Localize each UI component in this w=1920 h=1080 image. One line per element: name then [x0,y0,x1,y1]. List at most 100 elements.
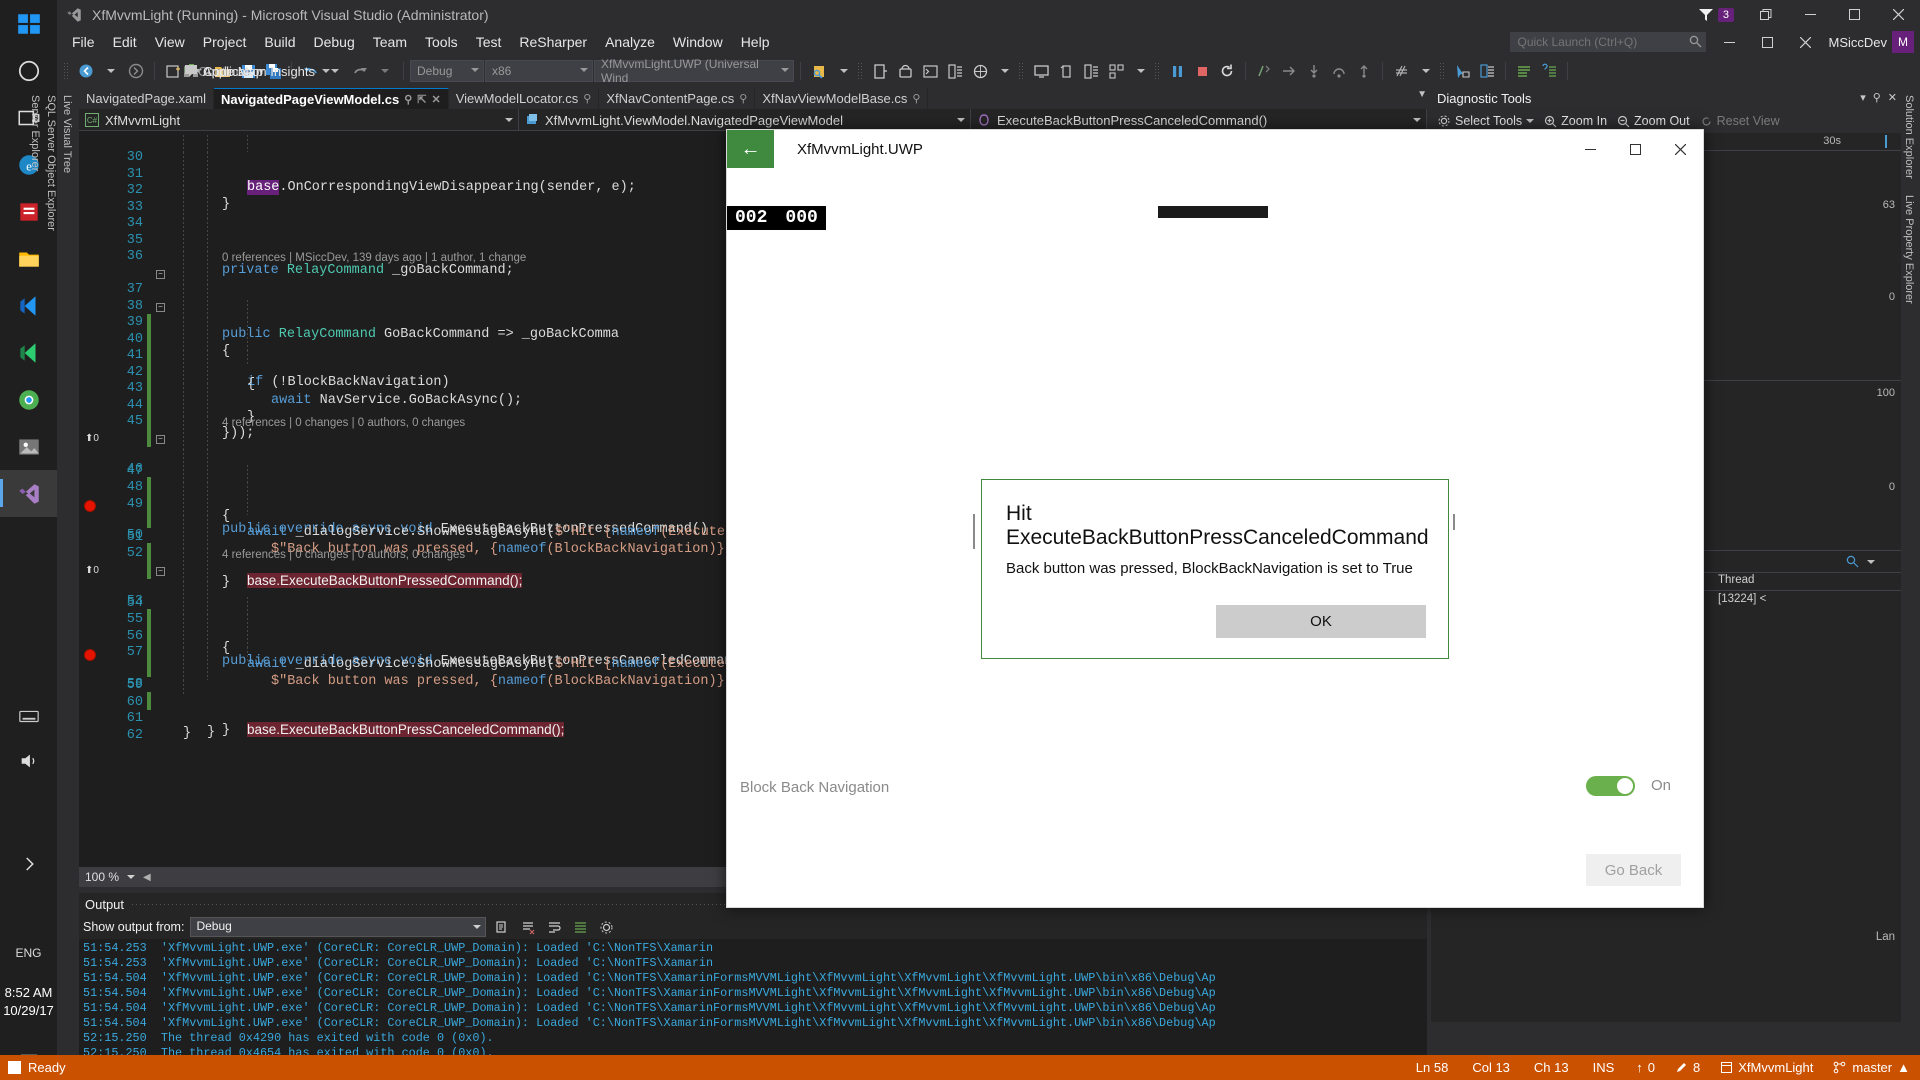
close-icon[interactable]: ✕ [1888,91,1897,104]
menu-item-team[interactable]: Team [364,31,416,53]
status-branch[interactable]: master ▲ [1823,1060,1920,1075]
intellitrace-dropdown[interactable] [1414,59,1438,83]
navbar-type-combo[interactable]: XfMvvmLight.ViewModel.NavigatedPageViewM… [519,109,971,131]
fold-toggle-icon[interactable]: − [156,303,165,312]
toolbar-grip[interactable] [1018,62,1025,80]
fold-toggle-icon[interactable]: − [156,435,165,444]
attach-dropdown[interactable] [832,59,856,83]
menu-item-project[interactable]: Project [194,31,256,53]
menubar-minimize-button[interactable] [1714,32,1744,52]
step-out-button[interactable] [1352,59,1376,83]
application-insights-button[interactable]: Application Insights [177,59,336,83]
step-over-button[interactable] [1327,59,1351,83]
menu-item-file[interactable]: File [63,31,104,53]
account-menu[interactable]: MSiccDev M [1828,31,1914,53]
scroll-left-icon[interactable]: ◀ [143,872,151,883]
console-button[interactable] [918,59,942,83]
restart-button[interactable] [1215,59,1239,83]
dialog-ok-button[interactable]: OK [1216,605,1426,638]
status-outgoing-commits[interactable]: ↑ 0 [1626,1060,1665,1075]
show-next-statement-button[interactable] [1252,59,1276,83]
pin-icon[interactable]: ⚲ [1873,91,1881,104]
bookmark-arrow-icon[interactable]: ⬆0 [85,565,99,576]
window-close-button[interactable] [1876,0,1920,29]
pin-icon[interactable]: ⚲ [404,93,412,106]
live-property-explorer-tab[interactable]: Live Property Explorer [1901,187,1917,312]
toggle-messages-button[interactable] [570,917,590,937]
breakpoint-icon[interactable] [84,648,96,661]
menu-item-analyze[interactable]: Analyze [596,31,664,53]
desktop-preview-button[interactable] [1029,59,1053,83]
select-tools-button[interactable]: Select Tools [1437,114,1535,128]
uwp-maximize-button[interactable] [1613,130,1658,168]
comment-lines-button[interactable] [1512,59,1536,83]
taskbar-start-button[interactable] [0,0,57,47]
tab-viewmodellocator-cs[interactable]: ViewModelLocator.cs ⚲ [448,88,600,109]
breakpoint-icon[interactable] [84,500,96,512]
window-minimize-button[interactable] [1788,0,1832,29]
device-list-button[interactable] [943,59,967,83]
device-options-button[interactable] [1079,59,1103,83]
toolbar-grip[interactable] [857,62,864,80]
live-visual-tree-tab[interactable]: Live Visual Tree [59,87,75,1022]
toolbar-grip[interactable] [1439,62,1446,80]
attach-to-process-button[interactable] [807,59,831,83]
uncomment-lines-button[interactable] [1537,59,1561,83]
menu-item-debug[interactable]: Debug [305,31,364,53]
toolbar-grip[interactable] [1154,62,1161,80]
copy-structure-button[interactable] [1475,59,1499,83]
emulator-button[interactable] [868,59,892,83]
tab-navigatedpageviewmodel-cs[interactable]: NavigatedPageViewModel.cs ⚲ ⇱ ✕ [213,88,449,109]
menu-item-test[interactable]: Test [467,31,511,53]
search-icon[interactable] [1846,555,1859,568]
server-explorer-tab[interactable]: Server Explorer [27,87,43,1022]
solution-configuration-combo[interactable]: Debug [410,60,484,82]
uwp-app-window[interactable]: ← XfMvvmLight.UWP 002 000 Hit ExecuteBac… [726,129,1704,908]
uwp-minimize-button[interactable] [1568,130,1613,168]
float-icon[interactable]: ⇱ [417,93,426,106]
clear-all-button[interactable] [518,917,538,937]
go-back-button[interactable]: Go Back [1586,854,1681,886]
step-into-forward-button[interactable] [1277,59,1301,83]
editor-zoom-combo[interactable]: 100 % [85,870,137,884]
pin-icon[interactable]: ⚲ [739,92,747,105]
pin-icon[interactable]: ⚲ [583,92,591,105]
stop-debugging-button[interactable] [1190,59,1214,83]
status-pending-changes[interactable]: 8 [1665,1060,1710,1075]
redo-button[interactable] [348,59,372,83]
menu-item-resharper[interactable]: ReSharper [510,31,596,53]
navigate-backward-button[interactable] [74,59,98,83]
solution-explorer-tab[interactable]: Solution Explorer [1901,87,1917,187]
bookmark-arrow-icon[interactable]: ⬆0 [85,433,99,444]
tab-overflow-chevron-down-icon[interactable]: ▼ [1417,89,1427,100]
pin-icon[interactable]: ⚲ [912,92,920,105]
menu-item-window[interactable]: Window [664,31,732,53]
menu-item-tools[interactable]: Tools [416,31,467,53]
tab-xfnavviewmodelbase-cs[interactable]: XfNavViewModelBase.cs ⚲ [755,88,929,109]
live-player-button[interactable] [1104,59,1128,83]
toggle-word-wrap-button[interactable] [544,917,564,937]
fold-toggle-icon[interactable]: − [156,270,165,279]
window-maximize-button[interactable] [1832,0,1876,29]
find-message-button[interactable] [492,917,512,937]
status-project[interactable]: XfMvvmLight [1710,1060,1823,1075]
toolbar-grip[interactable] [63,62,70,80]
quick-launch-input[interactable] [1510,32,1707,52]
navigate-forward-button[interactable] [124,59,148,83]
menubar-close-button[interactable] [1790,32,1820,52]
navigate-to-button[interactable] [1450,59,1474,83]
menu-item-help[interactable]: Help [732,31,779,53]
sql-server-object-explorer-tab[interactable]: SQL Server Object Explorer [43,87,59,1022]
navigate-backward-dropdown[interactable] [99,59,123,83]
zoom-out-button[interactable]: Zoom Out [1617,114,1690,128]
notification-flag-icon[interactable] [1698,8,1714,22]
uwp-back-button[interactable]: ← [727,130,774,168]
navbar-member-combo[interactable]: ExecuteBackButtonPressCanceledCommand() [971,109,1427,131]
android-emulator-button[interactable] [893,59,917,83]
menu-item-edit[interactable]: Edit [104,31,146,53]
tab-navigatedpage-xaml[interactable]: NavigatedPage.xaml [79,88,214,109]
navbar-project-combo[interactable]: C# XfMvvmLight [79,109,519,131]
output-settings-button[interactable] [596,917,616,937]
chevron-down-icon[interactable] [1867,560,1875,568]
menu-item-view[interactable]: View [146,31,194,53]
